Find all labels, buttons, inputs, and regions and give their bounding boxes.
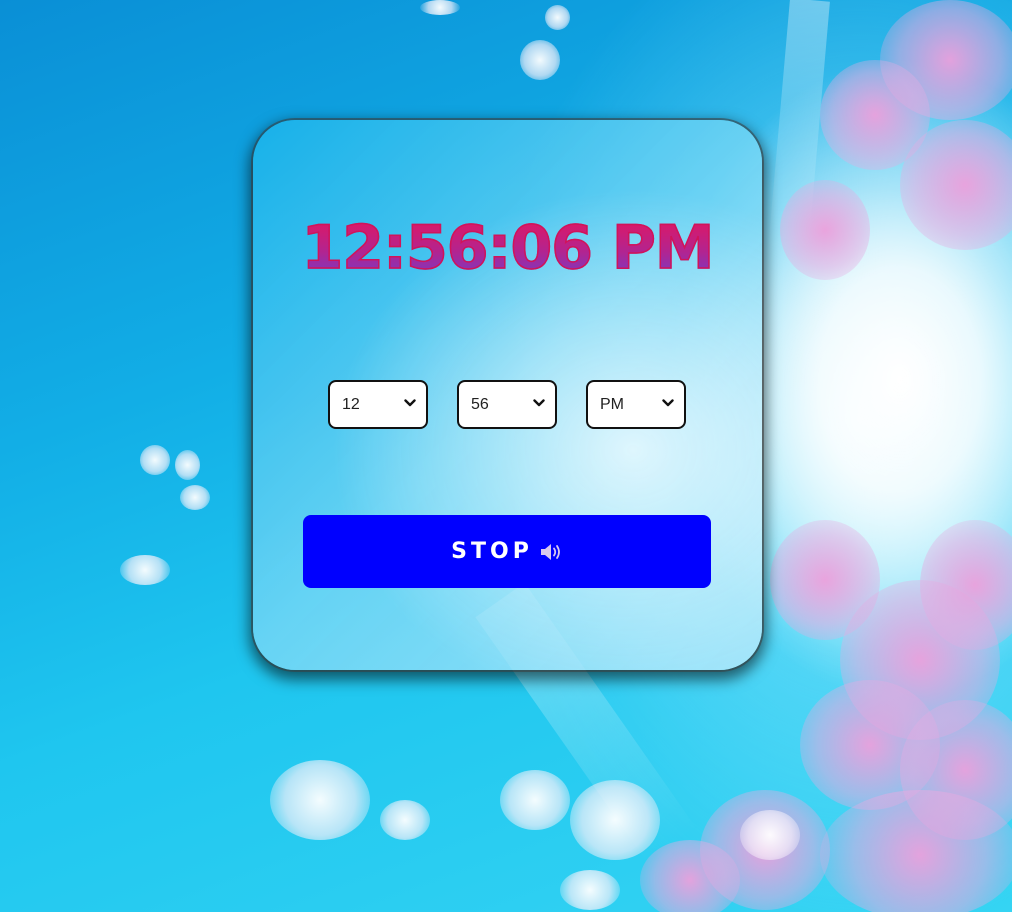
cloud <box>560 870 620 910</box>
cloud <box>120 555 170 585</box>
cloud <box>180 485 210 510</box>
blossom <box>820 790 1012 912</box>
cloud <box>520 40 560 80</box>
cloud <box>740 810 800 860</box>
cloud <box>545 5 570 30</box>
current-time-display: 12:56:06 PM <box>253 212 762 284</box>
minute-value: 56 <box>471 396 489 413</box>
chevron-down-icon <box>404 399 416 407</box>
cloud <box>420 0 460 15</box>
speaker-icon <box>540 543 560 560</box>
cloud <box>140 445 170 475</box>
cloud <box>380 800 430 840</box>
chevron-down-icon <box>662 399 674 407</box>
cloud <box>270 760 370 840</box>
hour-value: 12 <box>342 396 360 413</box>
minute-select[interactable]: 56 <box>457 380 557 429</box>
hour-select[interactable]: 12 <box>328 380 428 429</box>
blossom <box>900 120 1012 250</box>
cloud <box>500 770 570 830</box>
blossom <box>640 840 740 912</box>
alarm-time-selectors: 12 56 PM <box>328 380 687 429</box>
ampm-select[interactable]: PM <box>586 380 686 429</box>
stop-alarm-button[interactable]: STOP <box>303 515 711 588</box>
cloud <box>570 780 660 860</box>
chevron-down-icon <box>533 399 545 407</box>
stop-button-label: STOP <box>451 539 533 564</box>
cloud <box>175 450 200 480</box>
ampm-value: PM <box>600 396 624 413</box>
alarm-clock-card: 12:56:06 PM 12 56 PM STOP <box>253 120 762 670</box>
blossom <box>780 180 870 280</box>
